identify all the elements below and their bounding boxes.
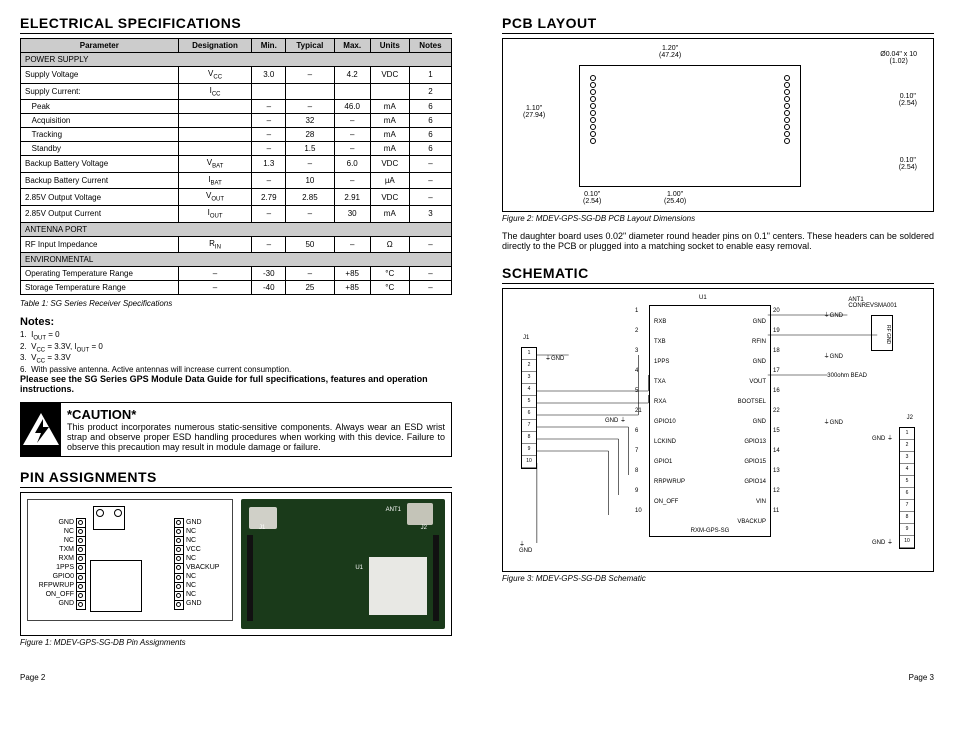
heading-schematic: SCHEMATIC [502,265,934,284]
see-guide-note: Please see the SG Series GPS Module Data… [20,374,452,394]
notes-heading: Notes: [20,316,452,328]
fig1-caption: Figure 1: MDEV-GPS-SG-DB Pin Assignments [20,638,452,647]
esd-warning-icon [21,403,61,456]
page-right: Page 3 [909,673,934,682]
heading-electrical: ELECTRICAL SPECIFICATIONS [20,15,452,34]
notes-list: 1. IOUT = 02. VCC = 3.3V, IOUT = 03. VCC… [20,330,452,374]
caution-title: *CAUTION* [67,407,445,422]
caution-body: This product incorporates numerous stati… [67,422,445,452]
table1-caption: Table 1: SG Series Receiver Specificatio… [20,299,452,308]
schematic-figure: U1 RXBTXB1PPSTXARXAGPIO10LCKINDGPIO1RRPW… [502,288,934,572]
heading-pins: PIN ASSIGNMENTS [20,469,452,488]
page-left: Page 2 [20,673,45,682]
caution-box: *CAUTION* This product incorporates nume… [20,402,452,457]
heading-pcb: PCB LAYOUT [502,15,934,34]
pin-assignments-figure: GNDNCNCTXMRXM1PPSGPIO0RFPWRUPON_OFFGND G… [20,492,452,636]
pcb-photo: J1 ANT1 J2 U1 [241,499,445,629]
fig2-caption: Figure 2: MDEV-GPS-SG-DB PCB Layout Dime… [502,214,934,223]
spec-table: ParameterDesignationMin.TypicalMax.Units… [20,38,452,295]
fig3-caption: Figure 3: MDEV-GPS-SG-DB Schematic [502,574,934,583]
pin-diagram: GNDNCNCTXMRXM1PPSGPIO0RFPWRUPON_OFFGND G… [27,499,233,621]
pcb-layout-figure: 1.20"(47.24) 1.10"(27.94) Ø0.04" x 10(1.… [502,38,934,212]
pcb-body-text: The daughter board uses 0.02" diameter r… [502,231,934,251]
